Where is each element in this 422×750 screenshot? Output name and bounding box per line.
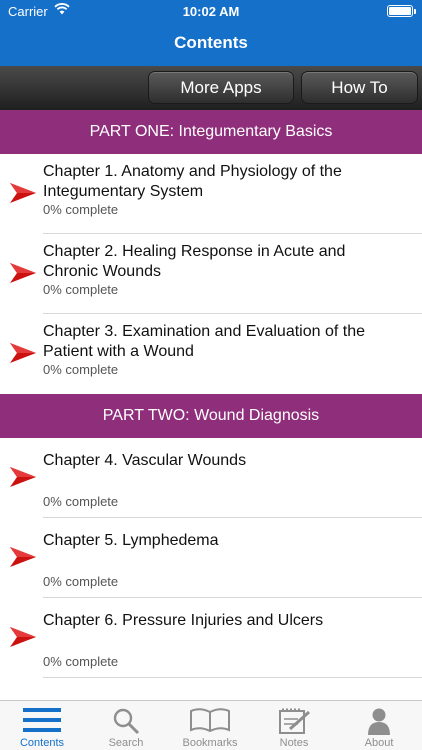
more-apps-button[interactable]: More Apps [148,71,294,104]
chapter-title: Chapter 3. Examination and Evaluation of… [43,323,365,360]
top-bar: Carrier 10:02 AM Contents [0,0,422,66]
chapter-row[interactable]: Chapter 3. Examination and Evaluation of… [0,314,422,394]
page-title: Contents [174,33,248,52]
chapter-row[interactable]: Chapter 5. Lymphedema 0% complete [0,518,422,598]
chevron-right-icon [10,343,36,363]
tab-search[interactable]: Search [84,701,168,750]
tab-about[interactable]: About [336,701,422,750]
tab-label: Search [108,737,144,749]
status-bar: Carrier 10:02 AM [0,0,422,22]
tab-label: Bookmarks [182,737,238,749]
how-to-button[interactable]: How To [301,71,418,104]
chapter-title: Chapter 4. Vascular Wounds [43,452,247,469]
chapter-row[interactable]: Chapter 4. Vascular Wounds 0% complete [0,438,422,518]
tab-bookmarks[interactable]: Bookmarks [168,701,252,750]
notepad-icon [276,707,312,740]
chapter-progress: 0% complete [43,202,119,217]
chapter-row[interactable]: Chapter 1. Anatomy and Physiology of the… [0,154,422,234]
chapter-progress: 0% complete [43,654,119,669]
chapter-row[interactable]: Chapter 2. Healing Response in Acute and… [0,234,422,314]
tab-notes[interactable]: Notes [252,701,336,750]
tab-bar: Contents Search Bookmarks Notes About [0,700,422,750]
status-time: 10:02 AM [182,4,240,19]
row-divider [43,677,422,678]
chevron-right-icon [10,547,36,567]
section-header: PART ONE: Integumentary Basics [0,110,422,154]
list-icon [22,707,62,738]
battery-icon [387,5,416,17]
tab-label: About [364,737,394,749]
chevron-right-icon [10,263,36,283]
chapter-progress: 0% complete [43,574,119,589]
chapter-row[interactable]: Chapter 6. Pressure Injuries and Ulcers … [0,598,422,678]
chapter-title: Chapter 5. Lymphedema [43,532,219,549]
search-icon [112,707,140,740]
chapter-title: Chapter 2. Healing Response in Acute and… [43,243,346,280]
app-root: Carrier 10:02 AM Contents More Apps How … [0,0,422,750]
chevron-right-icon [10,627,36,647]
chapter-title: Chapter 6. Pressure Injuries and Ulcers [43,612,324,629]
chevron-right-icon [10,183,36,203]
person-icon [366,707,392,740]
chapter-progress: 0% complete [43,282,119,297]
tab-contents[interactable]: Contents [0,701,84,750]
chevron-right-icon [10,467,36,487]
tab-label: Notes [279,737,309,749]
section-header: PART TWO: Wound Diagnosis [0,394,422,438]
tab-label: Contents [19,737,65,749]
chapter-progress: 0% complete [43,362,119,377]
toolbar: More Apps How To [0,66,422,110]
chapter-title: Chapter 1. Anatomy and Physiology of the… [43,163,342,200]
chapter-progress: 0% complete [43,494,119,509]
book-icon [189,707,231,738]
contents-list: PART ONE: Integumentary Basics Chapter 1… [0,110,422,700]
